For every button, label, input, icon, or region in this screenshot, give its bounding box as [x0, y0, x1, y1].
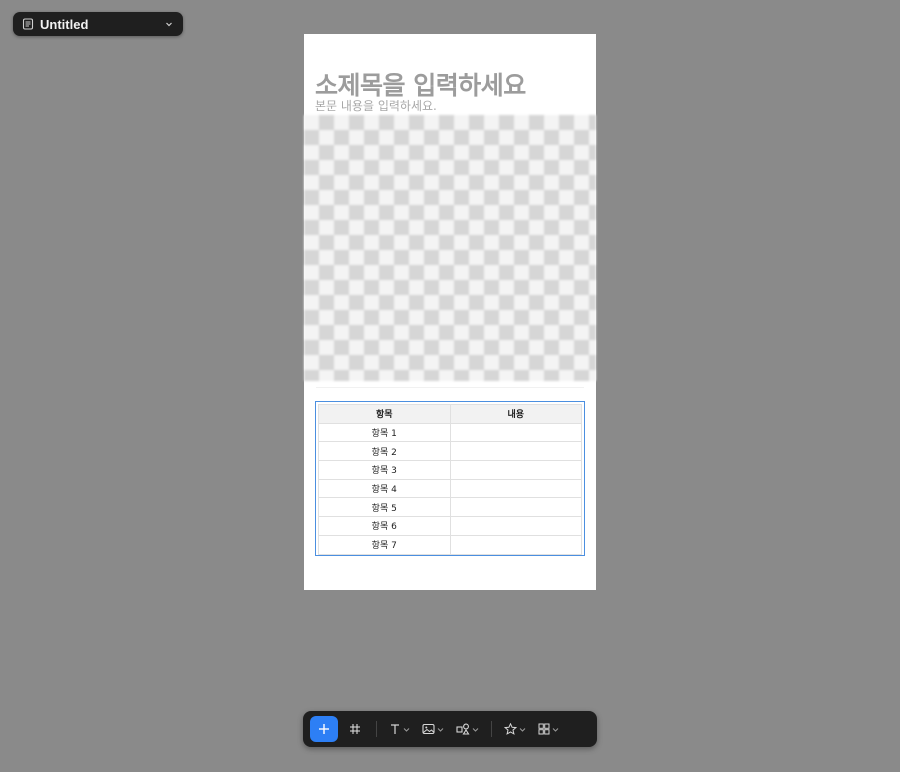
- file-menu-button[interactable]: Untitled: [13, 12, 183, 36]
- plus-icon: [318, 723, 330, 735]
- toolbar-divider: [491, 721, 492, 737]
- table-cell[interactable]: [449, 534, 582, 555]
- table-header-cell[interactable]: 항목: [318, 404, 451, 424]
- chevron-down-icon: [519, 726, 526, 733]
- components-tool-button[interactable]: [534, 716, 563, 742]
- table-cell[interactable]: [449, 460, 582, 480]
- table-cell[interactable]: [449, 478, 582, 499]
- file-name: Untitled: [40, 16, 89, 32]
- bottom-toolbar: [303, 711, 597, 747]
- canvas-page[interactable]: 소제목을 입력하세요 본문 내용을 입력하세요. 항목 내용 항목 1 항목 2: [304, 34, 596, 590]
- table-row: 항목 5: [318, 497, 582, 518]
- table-cell[interactable]: [449, 441, 582, 462]
- table-cell[interactable]: [449, 422, 582, 443]
- table-cell[interactable]: 항목 7: [318, 534, 451, 555]
- table-cell[interactable]: 항목 1: [318, 422, 451, 443]
- text-icon: [389, 723, 401, 735]
- toolbar-divider: [376, 721, 377, 737]
- table-cell[interactable]: 항목 2: [318, 441, 451, 462]
- table-cell[interactable]: [449, 497, 582, 518]
- chevron-down-icon: [472, 726, 479, 733]
- document-icon: [22, 18, 34, 30]
- chevron-down-icon: [437, 726, 444, 733]
- divider: [316, 387, 584, 388]
- star-icon: [504, 723, 517, 735]
- table-row: 항목 7: [318, 534, 582, 555]
- table-row: 항목 6: [318, 516, 582, 536]
- add-button[interactable]: [310, 716, 338, 742]
- table-header-cell[interactable]: 내용: [449, 404, 582, 424]
- table-row: 항목 1: [318, 422, 582, 443]
- text-tool-button[interactable]: [385, 716, 414, 742]
- frame-icon: [349, 723, 361, 735]
- table-row: 항목 4: [318, 478, 582, 499]
- frame-tool-button[interactable]: [340, 716, 370, 742]
- chevron-down-icon: [165, 20, 173, 28]
- image-tool-button[interactable]: [418, 716, 448, 742]
- table-selection[interactable]: 항목 내용 항목 1 항목 2 항목 3 항목 4 항목 5 항목 6 항목 7: [315, 401, 585, 556]
- table-cell[interactable]: 항목 5: [318, 497, 451, 518]
- assets-tool-button[interactable]: [500, 716, 530, 742]
- table-row: 항목 2: [318, 441, 582, 462]
- table-header-row: 항목 내용: [318, 404, 582, 424]
- chevron-down-icon: [403, 726, 410, 733]
- table-cell[interactable]: 항목 3: [318, 460, 451, 480]
- image-placeholder[interactable]: [304, 115, 596, 381]
- table-row: 항목 3: [318, 460, 582, 480]
- chevron-down-icon: [552, 726, 559, 733]
- components-icon: [538, 723, 550, 735]
- table-cell[interactable]: 항목 4: [318, 478, 451, 499]
- page-body-text[interactable]: 본문 내용을 입력하세요.: [315, 97, 437, 114]
- table-cell[interactable]: [449, 516, 582, 536]
- table-cell[interactable]: 항목 6: [318, 516, 451, 536]
- shapes-icon: [456, 723, 470, 735]
- shapes-tool-button[interactable]: [452, 716, 483, 742]
- data-table[interactable]: 항목 내용 항목 1 항목 2 항목 3 항목 4 항목 5 항목 6 항목 7: [318, 404, 582, 555]
- image-icon: [422, 723, 435, 735]
